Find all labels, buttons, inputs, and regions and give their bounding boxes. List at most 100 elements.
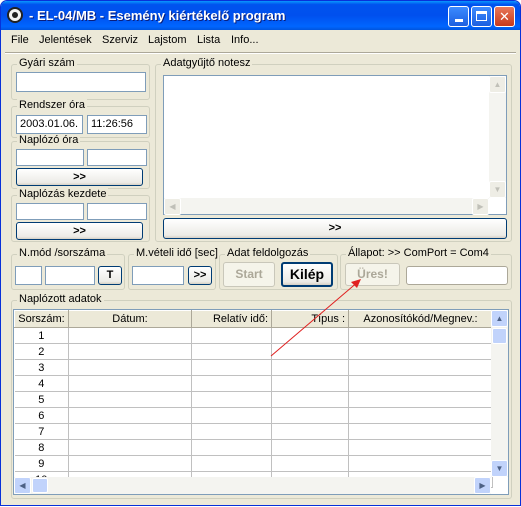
table-vertical-scroll-thumb[interactable] <box>492 328 507 344</box>
table-scroll-up-icon[interactable]: ▲ <box>491 310 508 327</box>
ures-button[interactable]: Üres! <box>345 263 400 286</box>
row-sorszam-cell: 3 <box>14 359 69 376</box>
row-cell <box>191 391 272 408</box>
nmod-field[interactable] <box>15 266 42 285</box>
row-cell <box>271 423 349 440</box>
row-cell <box>348 391 493 408</box>
scroll-down-arrow-icon[interactable]: ▼ <box>489 181 506 198</box>
sorszam-field[interactable] <box>45 266 95 285</box>
menu-file[interactable]: File <box>11 34 29 46</box>
row-sorszam-cell: 1 <box>14 327 69 344</box>
table-row[interactable]: 7 <box>14 423 493 440</box>
naplozo-ora-button[interactable]: >> <box>16 168 143 186</box>
table-row[interactable]: 2 <box>14 343 493 360</box>
scroll-up-arrow-icon[interactable]: ▲ <box>489 76 506 93</box>
row-sorszam-cell: 5 <box>14 391 69 408</box>
row-cell <box>271 391 349 408</box>
rendszer-ido-field[interactable]: 11:26:56 <box>87 115 147 134</box>
adat-feldolgozas-label: Adat feldolgozás <box>225 247 311 259</box>
column-header-datum[interactable]: Dátum: <box>68 310 192 328</box>
maximize-icon <box>476 11 487 21</box>
gyari-szam-label: Gyári szám <box>17 57 77 69</box>
row-cell <box>271 327 349 344</box>
table-row[interactable]: 5 <box>14 391 493 408</box>
adatgyujto-notesz-textarea[interactable]: ▲ ▼ ◀ ▶ <box>163 75 507 215</box>
row-cell <box>68 439 192 456</box>
column-header-tipus[interactable]: Típus : <box>271 310 349 328</box>
table-horizontal-scroll-thumb[interactable] <box>32 478 48 493</box>
table-scroll-left-icon[interactable]: ◀ <box>14 477 31 494</box>
close-button[interactable]: ✕ <box>494 6 515 27</box>
notesz-horizontal-scrollbar[interactable]: ◀ ▶ <box>164 198 489 215</box>
column-header-sorszam[interactable]: Sorszám: <box>14 310 69 328</box>
table-row[interactable]: 4 <box>14 375 493 392</box>
table-horizontal-scrollbar[interactable]: ◀ ▶ <box>14 477 491 494</box>
gyari-szam-field[interactable] <box>16 72 146 92</box>
application-window: - EL-04/MB - Esemény kiértékelő program … <box>0 0 521 506</box>
menu-lajstom[interactable]: Lajstom <box>148 34 187 46</box>
row-sorszam-cell: 6 <box>14 407 69 424</box>
naplozas-kezdete-button[interactable]: >> <box>16 222 143 240</box>
menu-jelentesek[interactable]: Jelentések <box>39 34 92 46</box>
status-progress-bar <box>406 266 508 285</box>
table-scroll-right-icon[interactable]: ▶ <box>474 477 491 494</box>
minimize-button[interactable] <box>448 6 469 27</box>
scroll-left-arrow-icon[interactable]: ◀ <box>164 198 181 215</box>
table-row[interactable]: 6 <box>14 407 493 424</box>
table-row[interactable]: 9 <box>14 455 493 472</box>
kilep-button[interactable]: Kilép <box>281 262 333 287</box>
menu-lista[interactable]: Lista <box>197 34 220 46</box>
row-cell <box>348 327 493 344</box>
naplozo-datum-field[interactable] <box>16 149 84 166</box>
row-cell <box>348 343 493 360</box>
row-sorszam-cell: 9 <box>14 455 69 472</box>
row-cell <box>68 327 192 344</box>
t-button[interactable]: T <box>98 266 122 285</box>
naplozas-kezdete-label: Naplózás kezdete <box>17 188 109 200</box>
maximize-button[interactable] <box>471 6 492 27</box>
app-eye-icon[interactable] <box>7 7 23 23</box>
row-cell <box>271 343 349 360</box>
naplozo-ora-label: Naplózó óra <box>17 134 81 146</box>
row-sorszam-cell: 7 <box>14 423 69 440</box>
row-sorszam-cell: 8 <box>14 439 69 456</box>
naplozas-ido-field[interactable] <box>87 203 147 220</box>
naplozas-datum-field[interactable] <box>16 203 84 220</box>
mveteli-button[interactable]: >> <box>188 266 212 285</box>
row-cell <box>271 375 349 392</box>
row-cell <box>191 359 272 376</box>
adatgyujto-label: Adatgyűjtő notesz <box>161 57 253 69</box>
row-cell <box>348 359 493 376</box>
rendszer-ora-label: Rendszer óra <box>17 99 88 111</box>
row-cell <box>271 407 349 424</box>
row-cell <box>348 423 493 440</box>
menu-szerviz[interactable]: Szerviz <box>102 34 138 46</box>
title-bar[interactable]: - EL-04/MB - Esemény kiértékelő program … <box>1 1 520 30</box>
scroll-right-arrow-icon[interactable]: ▶ <box>472 198 489 215</box>
minimize-icon <box>454 19 463 22</box>
table-scroll-down-icon[interactable]: ▼ <box>491 460 508 477</box>
table-vertical-scrollbar[interactable]: ▲ ▼ <box>491 310 508 477</box>
naplozo-ido-field[interactable] <box>87 149 147 166</box>
notesz-button[interactable]: >> <box>163 218 507 239</box>
row-cell <box>191 343 272 360</box>
menu-info[interactable]: Info... <box>231 34 259 46</box>
mveteli-label: M.vételi idő [sec] <box>134 247 220 259</box>
start-button[interactable]: Start <box>223 262 275 287</box>
table-row[interactable]: 3 <box>14 359 493 376</box>
row-cell <box>271 359 349 376</box>
row-cell <box>191 455 272 472</box>
naplozott-adatok-table[interactable]: Sorszám: Dátum: Relatív idő: Típus : Azo… <box>13 309 509 495</box>
table-row[interactable]: 8 <box>14 439 493 456</box>
menu-bar: File Jelentések Szerviz Lajstom Lista In… <box>5 31 516 51</box>
table-row[interactable]: 1 <box>14 327 493 344</box>
row-cell <box>271 455 349 472</box>
row-cell <box>191 423 272 440</box>
column-header-azonositokod[interactable]: Azonosítókód/Megnev.: <box>348 310 493 328</box>
row-sorszam-cell: 2 <box>14 343 69 360</box>
row-cell <box>348 455 493 472</box>
column-header-relativ-ido[interactable]: Relatív idő: <box>191 310 272 328</box>
mveteli-field[interactable] <box>132 266 184 285</box>
rendszer-datum-field[interactable]: 2003.01.06. <box>16 115 83 134</box>
notesz-vertical-scrollbar[interactable]: ▲ ▼ <box>489 76 506 198</box>
